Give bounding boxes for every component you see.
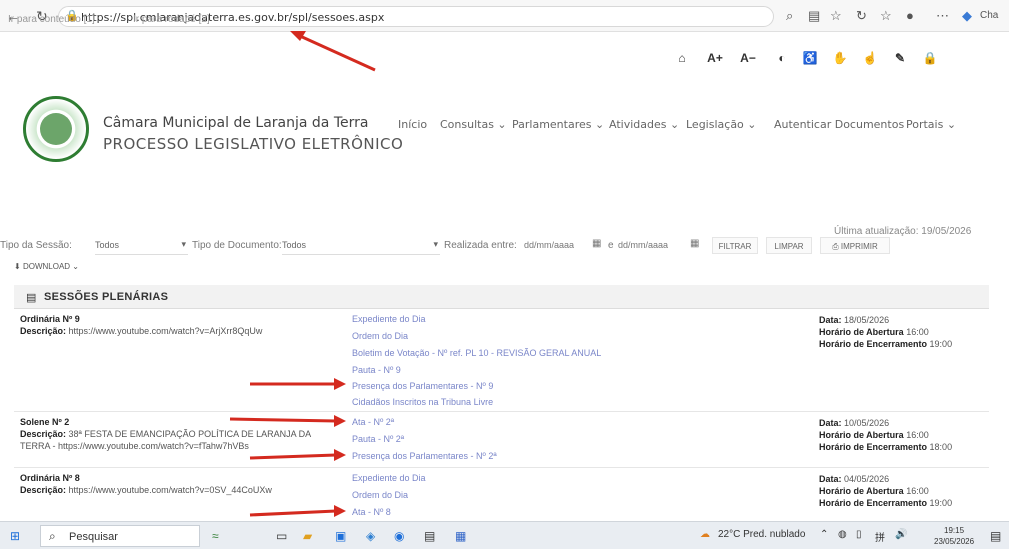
windows-start-icon[interactable]: ⊞: [10, 529, 20, 543]
file-explorer-icon[interactable]: ▰: [303, 529, 312, 543]
annotation-arrowhead: [334, 449, 346, 461]
annotation-arrows: [229, 31, 376, 517]
weather-icon: ☁: [700, 529, 710, 540]
annotation-arrowhead: [334, 378, 346, 390]
photos-icon[interactable]: ◈: [366, 529, 375, 543]
volume-icon[interactable]: 🔊: [895, 529, 907, 540]
annotation-arrowhead: [334, 415, 346, 427]
search-icon: ⌕: [49, 529, 56, 543]
annotation-arrow-presenca-2: [249, 453, 337, 460]
battery-icon[interactable]: ▯: [856, 529, 862, 540]
task-view-icon[interactable]: ▭: [276, 529, 287, 543]
edge-icon[interactable]: ◉: [394, 529, 404, 543]
tray-chevron-icon[interactable]: ⌃: [820, 529, 828, 540]
network-icon[interactable]: ◍: [838, 529, 847, 540]
notifications-icon[interactable]: ▤: [990, 529, 1001, 543]
taskbar-clock[interactable]: 19:15 23/05/2026: [934, 525, 974, 547]
taskbar-search[interactable]: ⌕ Pesquisar: [40, 525, 200, 547]
annotation-arrow-url: [299, 34, 376, 72]
weather-text[interactable]: 22°C Pred. nublado: [718, 529, 805, 540]
store-icon[interactable]: ▣: [335, 529, 346, 543]
annotation-arrowhead: [334, 505, 346, 517]
annotation-arrow-ata-8: [249, 509, 337, 517]
annotation-arrow-ata-2: [229, 417, 337, 423]
notepad-icon[interactable]: ▤: [424, 529, 435, 543]
windows-taskbar: ⊞ ⌕ Pesquisar ≈ ▭ ▰ ▣ ◈ ◉ ▤ ▦ ☁ 22°C Pre…: [0, 521, 1009, 549]
app-icon[interactable]: ▦: [455, 529, 466, 543]
ime-icon[interactable]: 拼: [875, 529, 885, 544]
search-highlight-icon[interactable]: ≈: [212, 529, 219, 543]
